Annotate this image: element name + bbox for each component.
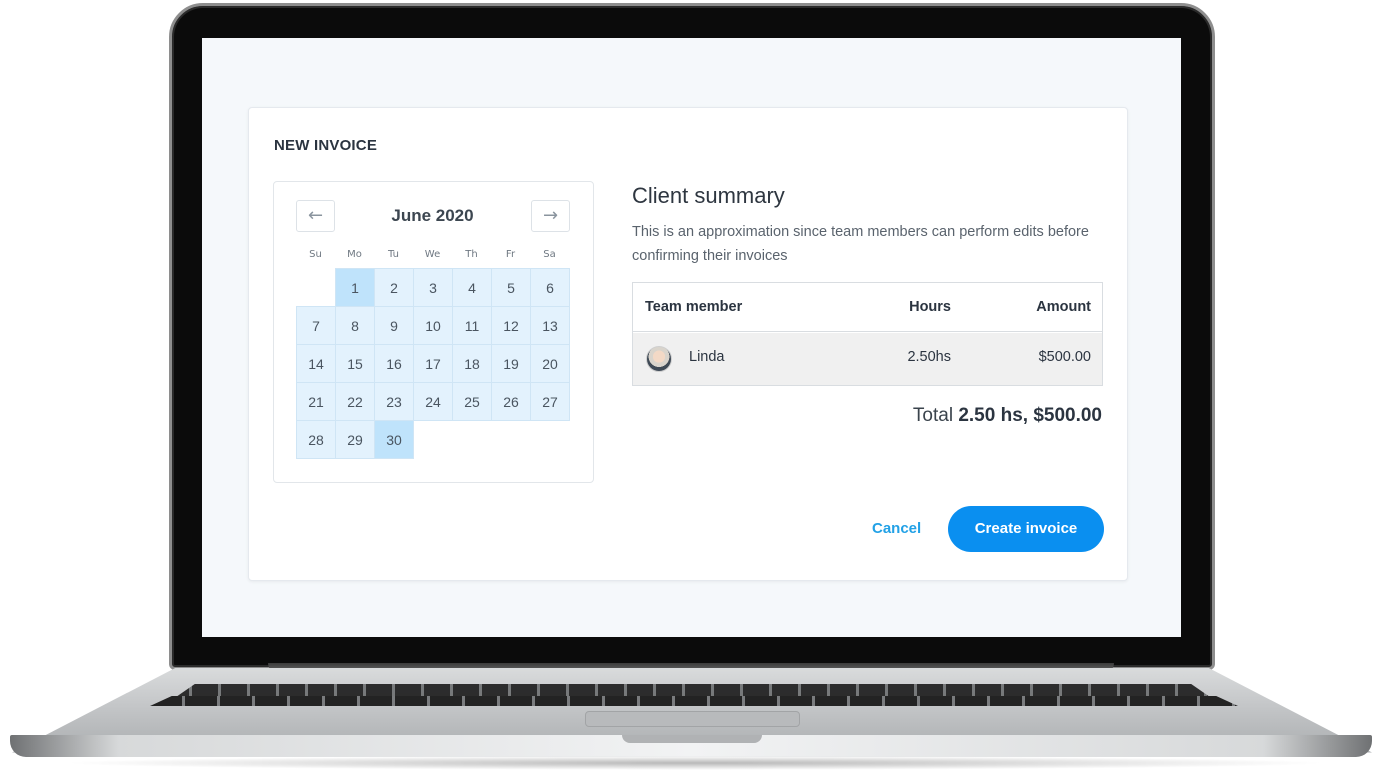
calendar-day[interactable]: 20 [530,344,570,383]
calendar-day[interactable]: 4 [452,268,492,307]
new-invoice-card: NEW INVOICE ← June 2020 → Su Mo Tu We Th Fr Sa… [248,107,1128,581]
calendar-day[interactable]: 5 [491,268,531,307]
weekday-label: Fr [505,249,516,260]
calendar-day[interactable]: 10 [413,306,453,345]
calendar-day[interactable]: 3 [413,268,453,307]
user-avatar-icon [646,346,672,372]
calendar-month-label: June 2020 [391,206,474,225]
team-hours-table: Team member Hours Amount Linda 2.50hs $5… [632,282,1103,386]
summary-title: Client summary [632,183,785,208]
laptop-screen: NEW INVOICE ← June 2020 → Su Mo Tu We Th Fr Sa… [202,38,1181,637]
calendar-day[interactable]: 16 [374,344,414,383]
calendar-day[interactable]: 9 [374,306,414,345]
member-hours: 2.50hs [907,349,951,365]
calendar-day-selected[interactable]: 30 [374,420,414,459]
calendar-day[interactable]: 6 [530,268,570,307]
weekday-header: Su Mo Tu We Th Fr Sa [296,249,570,260]
calendar-day[interactable]: 2 [374,268,414,307]
calendar-day[interactable]: 29 [335,420,375,459]
column-header-member: Team member [645,299,743,315]
calendar-day[interactable]: 22 [335,382,375,421]
prev-month-icon[interactable]: ← [296,200,335,232]
member-name: Linda [689,349,725,365]
calendar-day[interactable]: 18 [452,344,492,383]
calendar-day[interactable]: 21 [296,382,336,421]
calendar-day[interactable]: 24 [413,382,453,421]
table-header: Team member Hours Amount [633,283,1102,332]
card-title: NEW INVOICE [274,137,378,154]
calendar-day[interactable]: 17 [413,344,453,383]
table-row: Linda 2.50hs $500.00 [633,333,1102,385]
laptop-trackpad [585,711,800,727]
calendar-day[interactable]: 23 [374,382,414,421]
calendar-day[interactable]: 8 [335,306,375,345]
calendar-day[interactable]: 12 [491,306,531,345]
calendar-day[interactable]: 13 [530,306,570,345]
weekday-label: Th [465,249,478,260]
calendar-day[interactable]: 19 [491,344,531,383]
column-header-amount: Amount [1036,299,1091,315]
laptop-shadow [60,756,1330,770]
calendar-day[interactable]: 25 [452,382,492,421]
calendar-empty-cell [296,268,336,307]
invoice-total: Total 2.50 hs, $500.00 [913,405,1102,427]
next-month-icon[interactable]: → [531,200,570,232]
weekday-label: We [424,249,441,260]
laptop-keyboard-row [150,696,1238,706]
total-label: Total [912,405,954,426]
weekday-label: Mo [347,249,362,260]
calendar-day[interactable]: 11 [452,306,492,345]
summary-description: This is an approximation since team memb… [632,224,1089,264]
create-invoice-button[interactable]: Create invoice [948,506,1104,552]
laptop-base-notch [622,735,762,743]
calendar-day[interactable]: 28 [296,420,336,459]
date-range-calendar: ← June 2020 → Su Mo Tu We Th Fr Sa 1 2 3 4 5 6 7 8 9 10… [273,181,594,483]
calendar-day[interactable]: 26 [491,382,531,421]
column-header-hours: Hours [909,299,951,315]
calendar-day[interactable]: 27 [530,382,570,421]
calendar-day[interactable]: 7 [296,306,336,345]
weekday-label: Tu [388,249,399,260]
laptop-frame: NEW INVOICE ← June 2020 → Su Mo Tu We Th Fr Sa… [0,0,1400,783]
weekday-label: Su [309,249,322,260]
calendar-day[interactable]: 14 [296,344,336,383]
calendar-day-selected[interactable]: 1 [335,268,375,307]
calendar-day[interactable]: 15 [335,344,375,383]
total-value: 2.50 hs, $500.00 [958,405,1102,426]
cancel-button[interactable]: Cancel [872,520,921,537]
weekday-label: Sa [543,249,556,260]
member-amount: $500.00 [1038,349,1091,365]
calendar-days-grid: 1 2 3 4 5 6 7 8 9 10 11 12 13 14 15 16 17 18 19 20 21 22 23 24 2… [296,268,570,459]
